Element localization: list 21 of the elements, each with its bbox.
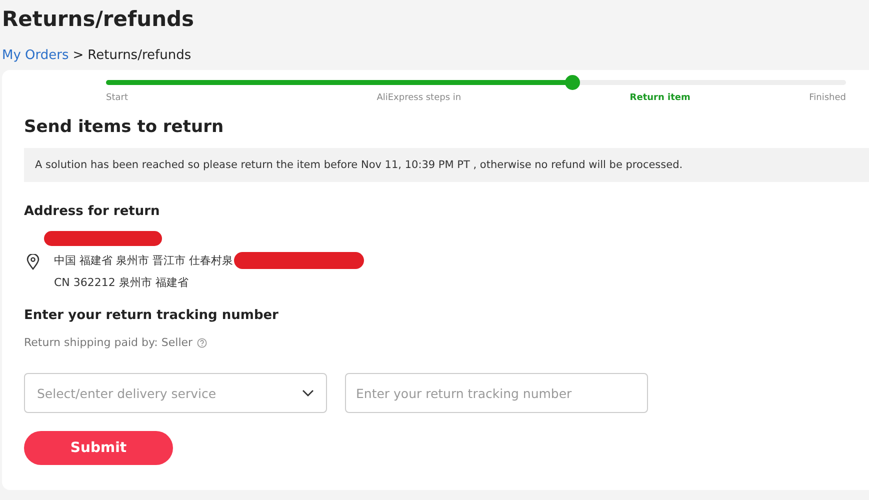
address-line: CN 362212 泉州市 福建省: [54, 275, 188, 290]
location-pin-icon: [26, 254, 40, 270]
step-label: Return item: [630, 93, 690, 103]
step-label: Finished: [809, 93, 846, 103]
breadcrumb-link[interactable]: My Orders: [2, 48, 69, 62]
shipping-note: Return shipping paid by: Seller: [24, 336, 193, 349]
step-label: Start: [106, 93, 128, 103]
step-label: AliExpress steps in: [376, 93, 462, 103]
submit-button[interactable]: Submit: [24, 431, 173, 465]
delivery-service-dropdown[interactable]: Select/enter delivery service: [24, 373, 327, 413]
tracking-number-field[interactable]: Enter your return tracking number: [345, 373, 648, 413]
page-title: Returns/refunds: [1, 6, 196, 32]
chevron-down-icon: [302, 389, 314, 397]
help-icon[interactable]: [196, 338, 207, 348]
section-title: Send items to return: [24, 117, 225, 137]
notice-banner: A solution has been reached so please return the item before Nov 11, 10:39 PM PT , otherwise no refund will be processed.: [24, 148, 869, 182]
address-heading: Address for return: [24, 204, 161, 219]
tracking-heading: Enter your return tracking number: [24, 308, 280, 323]
breadcrumb-current: Returns/refunds: [88, 48, 192, 62]
breadcrumb-separator: >: [72, 48, 84, 62]
address-line: 中国 福建省 泉州市 晋江市 仕春村泉: [54, 253, 233, 268]
